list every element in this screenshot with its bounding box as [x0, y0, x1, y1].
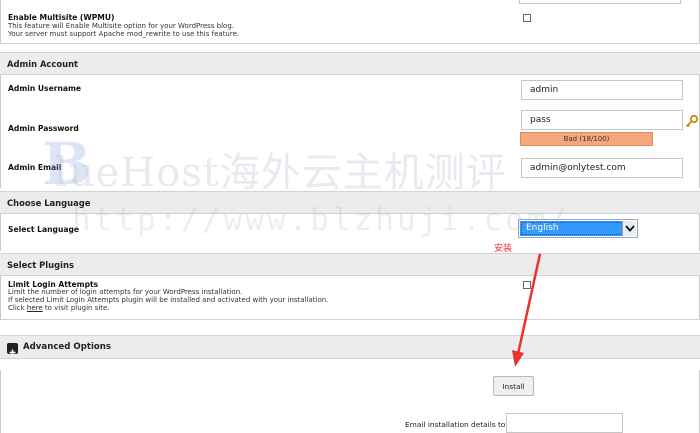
multisite-title: Enable Multisite (WPMU) — [8, 13, 115, 22]
section-choose-language-title: Choose Language — [7, 198, 91, 208]
admin-password-label: Admin Password — [8, 124, 79, 133]
limit-login-desc-3-pre: Click — [8, 304, 27, 312]
email-details-label: Email installation details to : — [405, 420, 511, 429]
admin-username-label: Admin Username — [8, 84, 82, 93]
language-selected-value: English — [526, 223, 559, 233]
admin-email-label: Admin Email — [8, 163, 62, 172]
section-choose-language: Choose Language — [0, 191, 700, 214]
multisite-checkbox[interactable] — [523, 14, 531, 22]
plus-icon[interactable] — [7, 343, 18, 356]
multisite-desc-2: Your server must support Apache mod_rewr… — [8, 30, 240, 38]
section-admin-account: Admin Account — [0, 52, 700, 75]
limit-login-desc-3: Click here to visit plugin site. — [8, 304, 110, 313]
limit-login-desc-3-post: to visit plugin site. — [42, 304, 110, 312]
select-language-label: Select Language — [8, 225, 80, 234]
key-icon[interactable] — [685, 113, 699, 128]
multisite-row: Enable Multisite (WPMU) This feature wil… — [0, 0, 700, 44]
plugin-site-link[interactable]: here — [27, 304, 43, 312]
section-select-plugins: Select Plugins — [0, 253, 700, 276]
chevron-down-icon[interactable] — [622, 221, 636, 236]
advanced-options-label: Advanced Options — [23, 342, 112, 352]
admin-email-input[interactable]: admin@onlytest.com — [521, 158, 683, 178]
install-button[interactable]: Install — [493, 376, 534, 396]
plugins-body: Limit Login Attempts Limit the number of… — [0, 276, 700, 320]
admin-password-input[interactable]: pass — [521, 110, 683, 130]
language-select[interactable]: English — [518, 219, 638, 238]
admin-username-input[interactable]: admin — [521, 80, 683, 100]
section-admin-account-title: Admin Account — [7, 59, 79, 69]
limit-login-checkbox[interactable] — [523, 281, 531, 289]
password-strength-meter: Bad (18/100) — [520, 132, 653, 146]
language-select-highlight: English — [520, 221, 636, 236]
section-select-plugins-title: Select Plugins — [7, 260, 74, 270]
advanced-options-toggle[interactable]: Advanced Options — [0, 335, 700, 359]
email-details-input[interactable] — [506, 413, 623, 433]
